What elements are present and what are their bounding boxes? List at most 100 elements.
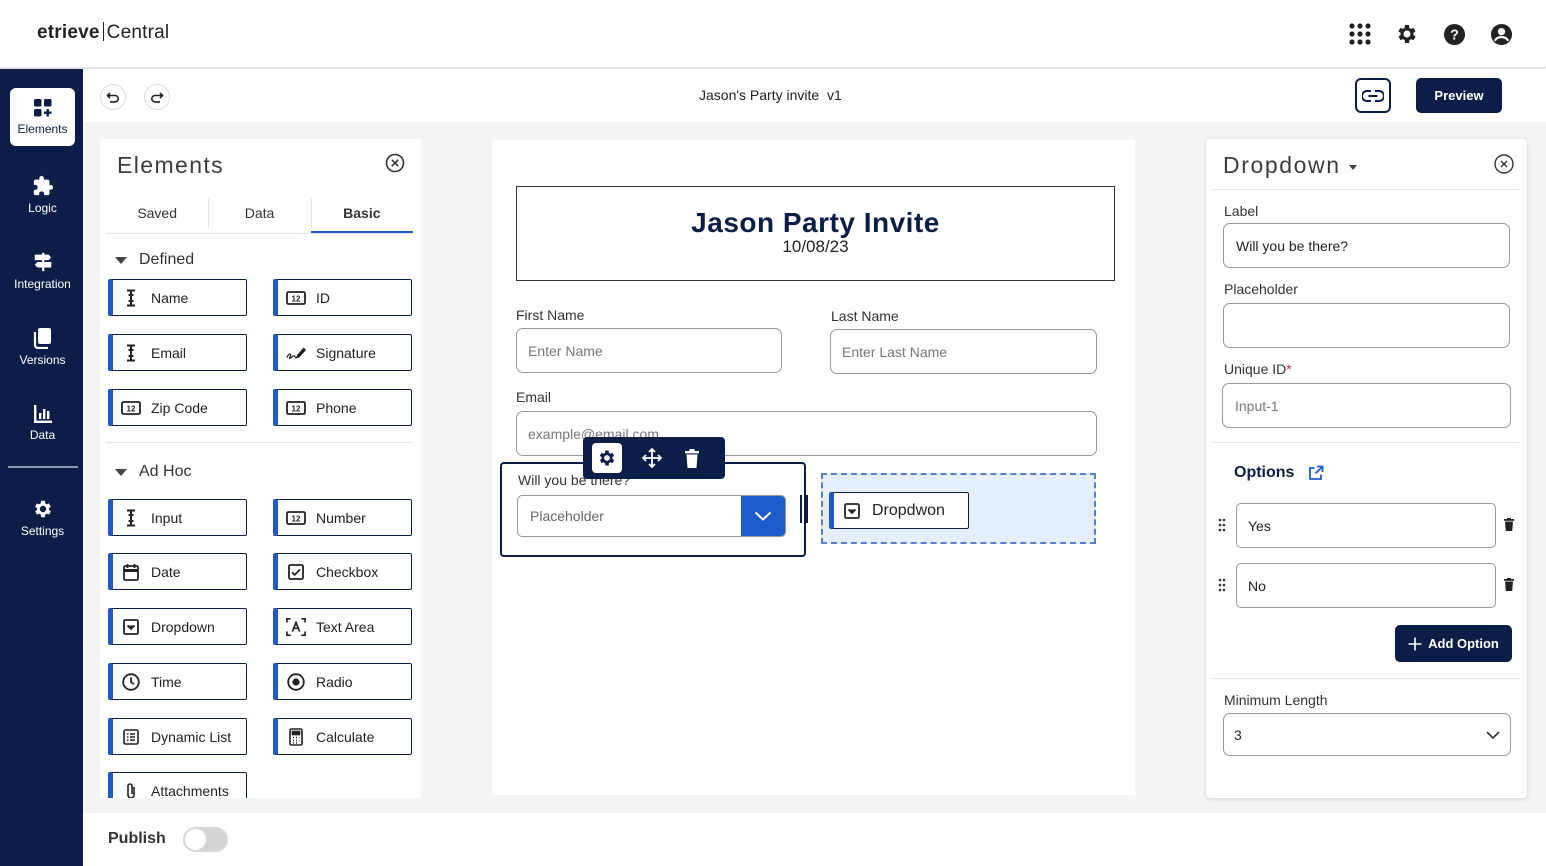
section-adhoc-toggle[interactable]: Ad Hoc bbox=[115, 463, 191, 481]
element-date[interactable]: Date bbox=[108, 553, 247, 590]
panel-divider bbox=[1212, 189, 1519, 190]
label-input[interactable]: Will you be there? bbox=[1223, 223, 1510, 268]
element-checkbox[interactable]: Checkbox bbox=[273, 553, 412, 590]
trash-icon[interactable] bbox=[682, 448, 702, 468]
close-icon[interactable] bbox=[1494, 154, 1514, 179]
element-id[interactable]: 12 ID bbox=[273, 279, 412, 316]
trash-icon[interactable] bbox=[1504, 578, 1514, 596]
nav-item-logic[interactable]: Logic bbox=[10, 166, 75, 224]
text-cursor-icon bbox=[121, 343, 141, 363]
element-type-selector[interactable]: Dropdown bbox=[1223, 152, 1357, 179]
text-area-icon bbox=[286, 617, 306, 637]
resize-handle[interactable] bbox=[800, 495, 808, 523]
element-label: Text Area bbox=[316, 618, 375, 635]
panel-title: Elements bbox=[117, 152, 225, 178]
move-icon[interactable] bbox=[642, 448, 662, 468]
svg-text:12: 12 bbox=[127, 404, 136, 413]
gear-icon[interactable] bbox=[592, 443, 622, 473]
nav-item-data[interactable]: Data bbox=[10, 394, 75, 452]
element-attachments[interactable]: Attachments bbox=[108, 772, 247, 798]
element-number[interactable]: 12 Number bbox=[273, 499, 412, 536]
help-icon[interactable]: ? bbox=[1442, 22, 1466, 46]
element-label: Time bbox=[151, 673, 182, 690]
calculator-icon bbox=[286, 727, 306, 747]
dragged-element-label: Dropdwon bbox=[872, 501, 945, 519]
drag-handle-icon[interactable] bbox=[1218, 518, 1226, 537]
element-zip-code[interactable]: 12 Zip Code bbox=[108, 389, 247, 426]
element-phone[interactable]: 12 Phone bbox=[273, 389, 412, 426]
undo-button[interactable] bbox=[100, 84, 126, 110]
element-signature[interactable]: Signature bbox=[273, 334, 412, 371]
svg-text:12: 12 bbox=[292, 404, 301, 413]
text-cursor-icon bbox=[121, 288, 141, 308]
first-name-field[interactable]: Enter Name bbox=[516, 328, 782, 373]
close-icon[interactable] bbox=[385, 153, 405, 178]
publish-label: Publish bbox=[108, 830, 166, 847]
panel-divider bbox=[1212, 678, 1519, 679]
last-name-field[interactable]: Enter Last Name bbox=[830, 329, 1097, 374]
element-email[interactable]: Email bbox=[108, 334, 247, 371]
nav-label: Integration bbox=[14, 277, 71, 291]
element-label: ID bbox=[316, 289, 330, 306]
clock-icon bbox=[121, 672, 141, 692]
publish-toggle[interactable] bbox=[183, 827, 228, 852]
element-dropdown[interactable]: Dropdown bbox=[108, 608, 247, 645]
unique-id-input[interactable]: Input-1 bbox=[1222, 383, 1511, 428]
element-input[interactable]: Input bbox=[108, 499, 247, 536]
gear-icon[interactable] bbox=[1395, 22, 1419, 46]
puzzle-icon bbox=[33, 175, 53, 196]
redo-button[interactable] bbox=[144, 84, 170, 110]
share-link-button[interactable] bbox=[1355, 78, 1391, 113]
plus-icon bbox=[1408, 637, 1422, 651]
external-link-icon[interactable] bbox=[1308, 465, 1324, 481]
tab-data[interactable]: Data bbox=[208, 194, 310, 233]
apps-grid-icon[interactable] bbox=[1348, 22, 1372, 46]
trash-icon[interactable] bbox=[1504, 518, 1514, 536]
element-name[interactable]: Name bbox=[108, 279, 247, 316]
min-length-select[interactable]: 3 bbox=[1223, 713, 1511, 756]
dragged-dropdown-element[interactable]: Dropdwon bbox=[829, 492, 969, 529]
required-marker: * bbox=[1286, 361, 1292, 377]
nav-item-versions[interactable]: Versions bbox=[10, 318, 75, 376]
element-time[interactable]: Time bbox=[108, 663, 247, 700]
options-heading: Options bbox=[1234, 464, 1324, 482]
element-calculate[interactable]: Calculate bbox=[273, 718, 412, 755]
form-title: Jason Party Invite bbox=[691, 207, 940, 238]
account-icon[interactable] bbox=[1489, 22, 1513, 46]
option-input-no[interactable]: No bbox=[1236, 563, 1496, 608]
caret-down-icon bbox=[115, 468, 127, 476]
element-label: Phone bbox=[316, 399, 357, 416]
label-field-label: Label bbox=[1224, 203, 1259, 219]
attachment-icon bbox=[121, 781, 141, 798]
app-logo[interactable]: etrieve Central bbox=[37, 22, 169, 44]
toggle-knob bbox=[185, 829, 206, 850]
element-dynamic-list[interactable]: Dynamic List bbox=[108, 718, 247, 755]
element-label: Date bbox=[151, 563, 181, 580]
chevron-down-icon[interactable] bbox=[741, 496, 785, 536]
first-name-label: First Name bbox=[516, 307, 585, 323]
tab-basic[interactable]: Basic bbox=[310, 194, 413, 233]
drag-handle-icon[interactable] bbox=[1218, 578, 1226, 597]
element-label: Zip Code bbox=[151, 399, 208, 416]
preview-button[interactable]: Preview bbox=[1416, 78, 1502, 113]
add-option-button[interactable]: Add Option bbox=[1395, 625, 1512, 662]
nav-item-integration[interactable]: Integration bbox=[10, 242, 75, 300]
nav-label: Settings bbox=[20, 524, 65, 538]
svg-text:12: 12 bbox=[292, 294, 301, 303]
element-text-area[interactable]: Text Area bbox=[273, 608, 412, 645]
document-title: Jason's Party invite v1 bbox=[699, 87, 842, 103]
placeholder-input[interactable] bbox=[1223, 303, 1510, 348]
section-defined-toggle[interactable]: Defined bbox=[115, 251, 194, 269]
form-header[interactable]: Jason Party Invite 10/08/23 bbox=[516, 186, 1115, 281]
elements-icon bbox=[33, 99, 51, 117]
nav-label: Data bbox=[29, 428, 56, 442]
option-input-yes[interactable]: Yes bbox=[1236, 503, 1496, 548]
nav-item-settings[interactable]: Settings bbox=[10, 489, 75, 547]
nav-item-elements[interactable]: Elements bbox=[10, 88, 75, 146]
element-radio[interactable]: Radio bbox=[273, 663, 412, 700]
svg-text:12: 12 bbox=[292, 514, 301, 523]
dropdown-field[interactable]: Placeholder bbox=[517, 495, 786, 537]
tab-saved[interactable]: Saved bbox=[106, 194, 208, 233]
panel-divider bbox=[1212, 442, 1519, 443]
nav-label: Logic bbox=[28, 201, 57, 215]
